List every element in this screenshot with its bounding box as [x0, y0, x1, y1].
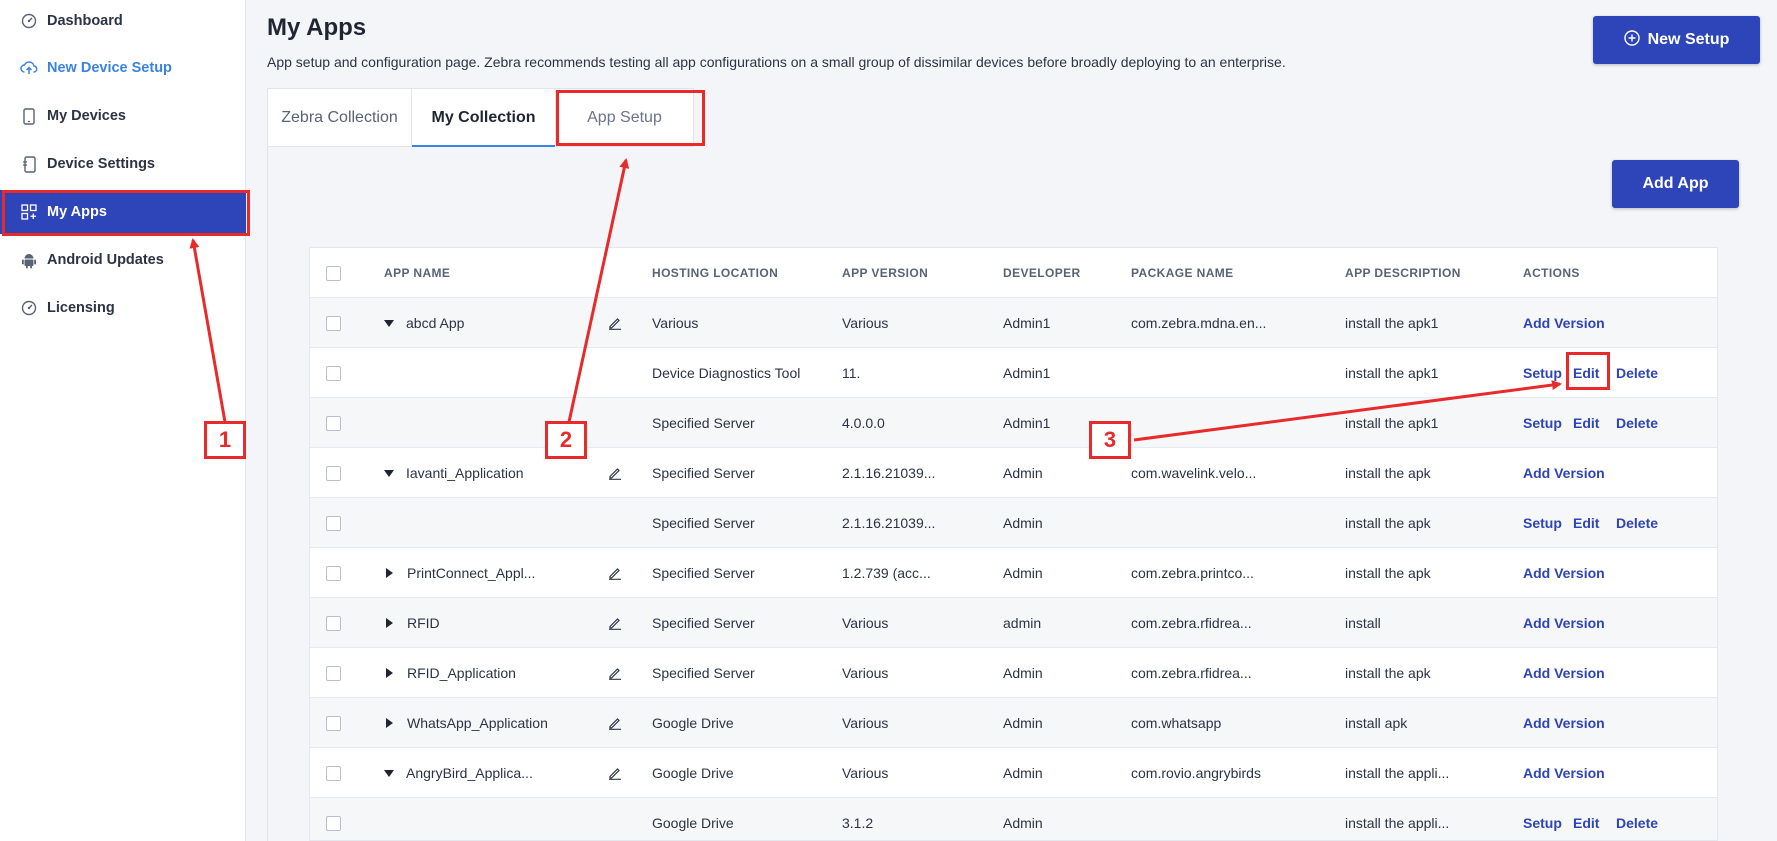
annotation-arrows	[189, 158, 1562, 442]
annotation-badge-1: 1	[204, 421, 246, 459]
annotation-badge-3: 3	[1089, 421, 1131, 459]
annotation-badge-2: 2	[545, 421, 587, 459]
